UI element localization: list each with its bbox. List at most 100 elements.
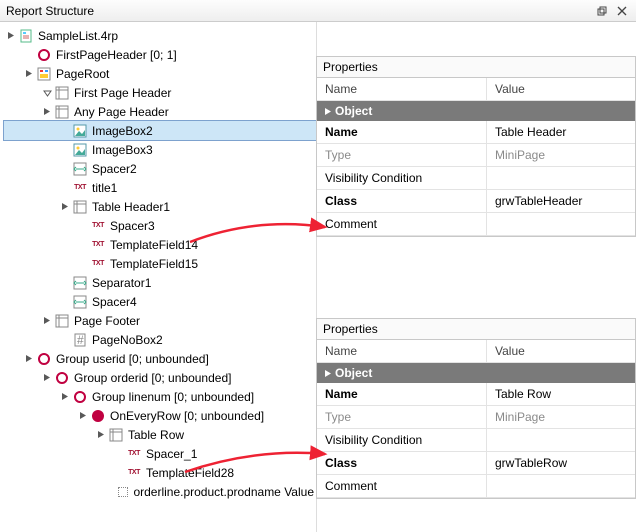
prop-value: MiniPage xyxy=(487,406,635,428)
prop-row-name[interactable]: NameTable Row xyxy=(317,383,635,406)
node-label: ImageBox3 xyxy=(90,143,155,157)
node-title1[interactable]: TXTtitle1 xyxy=(4,178,316,197)
expand-icon[interactable] xyxy=(40,107,54,116)
node-spacer2[interactable]: Spacer2 xyxy=(4,159,316,178)
node-prodname[interactable]: orderline.product.prodname Value xyxy=(4,482,316,501)
prop-row-name[interactable]: NameTable Header xyxy=(317,121,635,144)
properties-panel-2: Properties Name Value Object NameTable R… xyxy=(316,318,636,499)
text-icon: TXT xyxy=(90,237,106,253)
node-pagenobox2[interactable]: #PageNoBox2 xyxy=(4,330,316,349)
prop-value[interactable] xyxy=(487,429,635,451)
properties-title: Properties xyxy=(317,319,635,340)
text-icon: TXT xyxy=(126,465,142,481)
node-spacer-1[interactable]: TXTSpacer_1 xyxy=(4,444,316,463)
node-label: TemplateField28 xyxy=(144,466,236,480)
report-file-icon xyxy=(18,28,34,44)
node-label: Table Header1 xyxy=(90,200,172,214)
prop-value[interactable] xyxy=(487,167,635,189)
container-icon xyxy=(54,313,70,329)
prop-row-visibility[interactable]: Visibility Condition xyxy=(317,167,635,190)
node-table-row[interactable]: Table Row xyxy=(4,425,316,444)
prop-key: Class xyxy=(317,452,487,474)
node-label: PageNoBox2 xyxy=(90,333,165,347)
prop-value[interactable] xyxy=(487,475,635,497)
group-object[interactable]: Object xyxy=(317,363,635,383)
prop-row-type[interactable]: TypeMiniPage xyxy=(317,406,635,429)
node-page-footer[interactable]: Page Footer xyxy=(4,311,316,330)
page-root-icon xyxy=(36,66,52,82)
node-group-linenum[interactable]: Group linenum [0; unbounded] xyxy=(4,387,316,406)
group-object[interactable]: Object xyxy=(317,101,635,121)
expand-icon[interactable] xyxy=(40,316,54,325)
expand-icon[interactable] xyxy=(321,369,335,378)
properties-title: Properties xyxy=(317,57,635,78)
group-label: Object xyxy=(335,366,372,380)
expand-icon[interactable] xyxy=(76,411,90,420)
pane-controls xyxy=(594,3,630,19)
node-tf15[interactable]: TXTTemplateField15 xyxy=(4,254,316,273)
collapse-icon[interactable] xyxy=(40,88,54,97)
expand-icon[interactable] xyxy=(22,69,36,78)
container-icon xyxy=(108,427,124,443)
ring-icon xyxy=(36,351,52,367)
node-group-orderid[interactable]: Group orderid [0; unbounded] xyxy=(4,368,316,387)
close-icon[interactable] xyxy=(614,3,630,19)
leaf-icon xyxy=(117,484,130,500)
text-icon: TXT xyxy=(72,180,88,196)
expand-icon[interactable] xyxy=(58,392,72,401)
text-icon: TXT xyxy=(90,218,106,234)
prop-value[interactable]: Table Row xyxy=(487,383,635,405)
prop-value[interactable] xyxy=(487,213,635,235)
node-table-header1[interactable]: Table Header1 xyxy=(4,197,316,216)
prop-value[interactable]: grwTableRow xyxy=(487,452,635,474)
prop-key: Name xyxy=(317,383,487,405)
prop-key: Visibility Condition xyxy=(317,167,487,189)
node-any-page-header[interactable]: Any Page Header xyxy=(4,102,316,121)
node-label: orderline.product.prodname Value xyxy=(131,485,316,499)
pane-header: Report Structure xyxy=(0,0,636,22)
expand-icon[interactable] xyxy=(58,202,72,211)
node-firstpageheader[interactable]: FirstPageHeader [0; 1] xyxy=(4,45,316,64)
node-tf14[interactable]: TXTTemplateField14 xyxy=(4,235,316,254)
node-pageroot[interactable]: PageRoot xyxy=(4,64,316,83)
prop-row-comment[interactable]: Comment xyxy=(317,213,635,236)
node-spacer3[interactable]: TXTSpacer3 xyxy=(4,216,316,235)
expand-icon[interactable] xyxy=(22,354,36,363)
node-spacer4[interactable]: Spacer4 xyxy=(4,292,316,311)
prop-value: MiniPage xyxy=(487,144,635,166)
node-group-userid[interactable]: Group userid [0; unbounded] xyxy=(4,349,316,368)
container-icon xyxy=(54,104,70,120)
node-label: TemplateField14 xyxy=(108,238,200,252)
node-separator1[interactable]: Separator1 xyxy=(4,273,316,292)
node-imagebox3[interactable]: ImageBox3 xyxy=(4,140,316,159)
prop-row-visibility[interactable]: Visibility Condition xyxy=(317,429,635,452)
node-first-page-header[interactable]: First Page Header xyxy=(4,83,316,102)
node-label: ImageBox2 xyxy=(90,124,155,138)
spacer-icon xyxy=(72,294,88,310)
prop-row-comment[interactable]: Comment xyxy=(317,475,635,498)
prop-value[interactable]: Table Header xyxy=(487,121,635,143)
dot-icon xyxy=(90,408,106,424)
tree-view[interactable]: SampleList.4rp FirstPageHeader [0; 1] Pa… xyxy=(0,22,316,532)
prop-key: Name xyxy=(317,121,487,143)
prop-key: Type xyxy=(317,144,487,166)
prop-value[interactable]: grwTableHeader xyxy=(487,190,635,212)
expand-icon[interactable] xyxy=(40,373,54,382)
node-imagebox2[interactable]: ImageBox2 xyxy=(4,121,316,140)
restore-icon[interactable] xyxy=(594,3,610,19)
expand-icon[interactable] xyxy=(94,430,108,439)
prop-row-class[interactable]: ClassgrwTableHeader xyxy=(317,190,635,213)
prop-row-class[interactable]: ClassgrwTableRow xyxy=(317,452,635,475)
expand-icon[interactable] xyxy=(321,107,335,116)
node-label: Spacer3 xyxy=(108,219,157,233)
node-tf28[interactable]: TXTTemplateField28 xyxy=(4,463,316,482)
col-name: Name xyxy=(317,78,487,100)
prop-key: Class xyxy=(317,190,487,212)
node-root[interactable]: SampleList.4rp xyxy=(4,26,316,45)
node-label: PageRoot xyxy=(54,67,111,81)
prop-row-type[interactable]: TypeMiniPage xyxy=(317,144,635,167)
ring-icon xyxy=(54,370,70,386)
container-icon xyxy=(54,85,70,101)
expand-icon[interactable] xyxy=(4,31,18,40)
node-oneveryrow[interactable]: OnEveryRow [0; unbounded] xyxy=(4,406,316,425)
